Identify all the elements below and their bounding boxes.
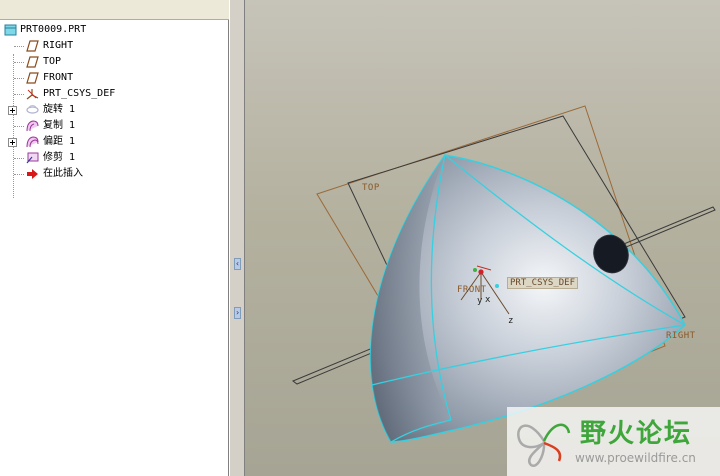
tree-item-copy[interactable]: 复制 1	[0, 118, 229, 134]
axis-label-x: x	[485, 295, 491, 305]
model-tree-header	[0, 0, 229, 20]
expand-toggle[interactable]	[8, 106, 17, 115]
part-icon	[4, 24, 17, 36]
datum-label-front: FRONT	[457, 285, 487, 295]
axis-label-y: y	[477, 296, 483, 306]
tree-item-top[interactable]: TOP	[0, 54, 229, 70]
tree-item-label: FRONT	[43, 72, 74, 83]
tree-item-trim[interactable]: 修剪 1	[0, 150, 229, 166]
tree-item-label: RIGHT	[43, 40, 74, 51]
butterfly-logo-icon	[517, 423, 571, 468]
datum-label-right: RIGHT	[666, 331, 696, 341]
watermark-url: www.proewildfire.cn	[575, 451, 696, 465]
tree-item-label: PRT0009.PRT	[20, 24, 87, 35]
tree-item-front[interactable]: FRONT	[0, 70, 229, 86]
tree-item-label: 复制 1	[43, 120, 76, 131]
insert-here-arrow-icon	[27, 169, 38, 179]
axis-label-z: z	[508, 316, 514, 326]
model-scene	[291, 105, 716, 443]
tree-item-label: 旋转 1	[43, 104, 76, 115]
coordinate-system-icon	[26, 89, 39, 100]
chevron-right-icon: ›	[235, 308, 240, 317]
watermark-title: 野火论坛	[580, 419, 693, 449]
copy-surface-icon	[26, 120, 39, 132]
panel-splitter[interactable]: ‹ ›	[229, 0, 245, 476]
tree-item-offset[interactable]: 偏距 1	[0, 134, 229, 150]
tree-item-csys[interactable]: PRT_CSYS_DEF	[0, 86, 229, 102]
tree-item-label: 偏距 1	[43, 136, 76, 147]
tree-item-revolve[interactable]: 旋转 1	[0, 102, 229, 118]
csys-label: PRT_CSYS_DEF	[507, 277, 579, 289]
revolve-icon	[26, 105, 39, 114]
tree-item-label: 修剪 1	[43, 152, 76, 163]
forum-watermark: 野火论坛 www.proewildfire.cn	[507, 407, 720, 476]
tree-item-label: PRT_CSYS_DEF	[43, 88, 116, 99]
tree-item-right[interactable]: RIGHT	[0, 38, 229, 54]
expand-toggle[interactable]	[8, 138, 17, 147]
tree-item-label: TOP	[43, 56, 62, 67]
graphics-viewport[interactable]: TOP RIGHT FRONT PRT_CSYS_DEF y x z	[245, 0, 720, 476]
datum-plane-icon	[26, 56, 39, 68]
model-tree-panel: PRT0009.PRT RIGHT TOP FRONT PRT_CSYS_DEF…	[0, 0, 229, 476]
expand-right-button[interactable]: ›	[234, 307, 241, 319]
tree-item-insert-here[interactable]: 在此插入	[0, 166, 229, 182]
datum-plane-icon	[26, 40, 39, 52]
datum-plane-icon	[26, 72, 39, 84]
collapse-left-button[interactable]: ‹	[234, 258, 241, 270]
datum-label-top: TOP	[362, 183, 380, 193]
model-tree: PRT0009.PRT RIGHT TOP FRONT PRT_CSYS_DEF…	[0, 22, 229, 198]
chevron-left-icon: ‹	[235, 259, 240, 268]
trim-icon	[26, 152, 39, 164]
tree-item-root[interactable]: PRT0009.PRT	[0, 22, 229, 38]
offset-icon	[26, 136, 39, 148]
tree-item-label: 在此插入	[43, 168, 83, 179]
